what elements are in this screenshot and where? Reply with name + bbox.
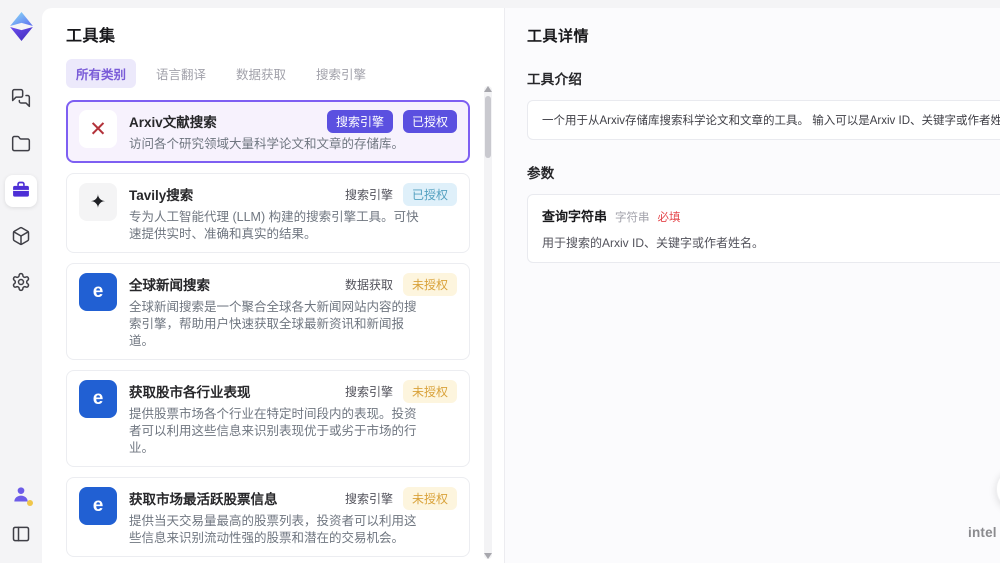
toolbox-icon <box>11 180 31 203</box>
tool-intro-text: 一个用于从Arxiv存储库搜索科学论文和文章的工具。 输入可以是Arxiv ID… <box>542 115 1000 127</box>
sidebar <box>0 0 42 563</box>
intel-logo-text: intel <box>968 525 997 540</box>
sidebar-nav <box>5 83 37 299</box>
tool-category-badge: 搜索引擎 <box>344 492 393 506</box>
scrollbar[interactable] <box>484 86 492 559</box>
params-heading: 参数 <box>527 166 555 181</box>
tool-auth-badge: 未授权 <box>402 273 457 296</box>
scrollbar-thumb[interactable] <box>485 96 491 158</box>
sidebar-item-tools[interactable] <box>5 175 37 207</box>
tool-details-panel: 工具详情 工具介绍 一个用于从Arxiv存储库搜索科学论文和文章的工具。 输入可… <box>505 8 1000 563</box>
tool-auth-badge: 未授权 <box>402 487 457 510</box>
panel-toggle-button[interactable] <box>5 519 37 551</box>
sidebar-item-files[interactable] <box>5 129 37 161</box>
tool-description: 全球新闻搜索是一个聚合全球各大新闻网站内容的搜索引擎，帮助用户快速获取全球最新资… <box>129 300 417 348</box>
tool-card[interactable]: e 获取市场最活跃股票信息 搜索引擎 未授权 提供当天交易量最高的股票列表，投资… <box>66 477 470 557</box>
tool-name: 获取股市各行业表现 <box>129 385 251 400</box>
news-logo-icon: e <box>79 380 117 418</box>
sidebar-bottom <box>5 479 37 551</box>
tab-category-0[interactable]: 所有类别 <box>66 59 137 88</box>
tool-category-badge: 搜索引擎 <box>344 188 393 202</box>
tools-list-panel: 工具集 所有类别 语言翻译 数据获取 搜索引擎 ✕ Arxiv文献搜索 搜索引擎 已授… <box>42 8 505 563</box>
category-tabs: 所有类别 语言翻译 数据获取 搜索引擎 <box>66 59 504 88</box>
parameter-description: 用于搜索的Arxiv ID、关键字或作者姓名。 <box>542 236 765 250</box>
sidebar-item-settings[interactable] <box>5 267 37 299</box>
tab-category-3[interactable]: 搜索引擎 <box>306 59 376 88</box>
tool-auth-badge: 已授权 <box>402 183 457 206</box>
tool-card[interactable]: ✦ Tavily搜索 搜索引擎 已授权 专为人工智能代理 (LLM) 构建的搜索… <box>66 173 470 253</box>
tool-card[interactable]: e 获取股市各行业表现 搜索引擎 未授权 提供股票市场各个行业在特定时间段内的表… <box>66 370 470 467</box>
tool-description: 提供当天交易量最高的股票列表，投资者可以利用这些信息来识别流动性强的股票和潜在的… <box>129 514 417 545</box>
tool-name: Arxiv文献搜索 <box>129 115 217 130</box>
tool-name: Tavily搜索 <box>129 188 194 203</box>
panel-toggle-icon <box>11 524 31 547</box>
sidebar-item-chat[interactable] <box>5 83 37 115</box>
parameter-required-badge: 必填 <box>657 212 681 224</box>
intro-heading: 工具介绍 <box>527 72 583 87</box>
tool-name: 全球新闻搜索 <box>129 278 210 293</box>
tool-card[interactable]: e 全球新闻搜索 数据获取 未授权 全球新闻搜索是一个聚合全球各大新闻网站内容的… <box>66 263 470 360</box>
tool-description: 访问各个研究领域大量科学论文和文章的存储库。 <box>129 137 405 151</box>
scrollbar-down-arrow-icon[interactable] <box>484 553 492 559</box>
tool-card[interactable]: ✕ Arxiv文献搜索 搜索引擎 已授权 访问各个研究领域大量科学论文和文章的存… <box>66 100 470 163</box>
tool-category-badge: 搜索引擎 <box>326 110 393 133</box>
scrollbar-up-arrow-icon[interactable] <box>484 86 492 92</box>
news-logo-icon: e <box>79 487 117 525</box>
parameter-name: 查询字符串 <box>542 209 608 224</box>
tab-category-1[interactable]: 语言翻译 <box>146 59 216 88</box>
tool-category-badge: 数据获取 <box>344 278 393 292</box>
download-button[interactable] <box>996 467 1000 511</box>
news-logo-icon: e <box>79 273 117 311</box>
tool-name: 获取市场最活跃股票信息 <box>129 492 278 507</box>
tab-category-2[interactable]: 数据获取 <box>226 59 296 88</box>
sidebar-item-packages[interactable] <box>5 221 37 253</box>
tavily-sparkle-icon: ✦ <box>79 183 117 221</box>
chat-icon <box>11 88 31 111</box>
tool-category-badge: 搜索引擎 <box>344 385 393 399</box>
main-content: 工具集 所有类别 语言翻译 数据获取 搜索引擎 ✕ Arxiv文献搜索 搜索引擎 已授… <box>42 8 1000 563</box>
app-logo <box>8 12 35 41</box>
folder-icon <box>11 134 31 157</box>
intel-core-logo: intelCORE Ultra <box>968 525 1000 551</box>
tool-auth-badge: 已授权 <box>402 110 457 133</box>
avatar-status-dot <box>27 500 33 506</box>
tool-description: 专为人工智能代理 (LLM) 构建的搜索引擎工具。可快速提供实时、准确和真实的结… <box>129 210 419 241</box>
parameter-type: 字符串 <box>615 212 650 224</box>
arxiv-x-icon: ✕ <box>79 110 117 148</box>
details-title: 工具详情 <box>527 28 590 45</box>
tool-auth-badge: 未授权 <box>402 380 457 403</box>
app-root: 工具集 所有类别 语言翻译 数据获取 搜索引擎 ✕ Arxiv文献搜索 搜索引擎 已授… <box>0 0 1000 563</box>
cube-icon <box>11 226 31 249</box>
user-avatar-button[interactable] <box>5 479 37 511</box>
tool-description: 提供股票市场各个行业在特定时间段内的表现。投资者可以利用这些信息来识别表现优于或… <box>129 407 417 455</box>
page-title: 工具集 <box>66 28 116 45</box>
parameter-item: 查询字符串 字符串 必填 用于搜索的Arxiv ID、关键字或作者姓名。 <box>527 194 1000 263</box>
tools-list: ✕ Arxiv文献搜索 搜索引擎 已授权 访问各个研究领域大量科学论文和文章的存… <box>66 100 504 563</box>
ultra-logo-text: Ultra <box>968 543 1000 551</box>
settings-gear-icon <box>11 272 31 295</box>
